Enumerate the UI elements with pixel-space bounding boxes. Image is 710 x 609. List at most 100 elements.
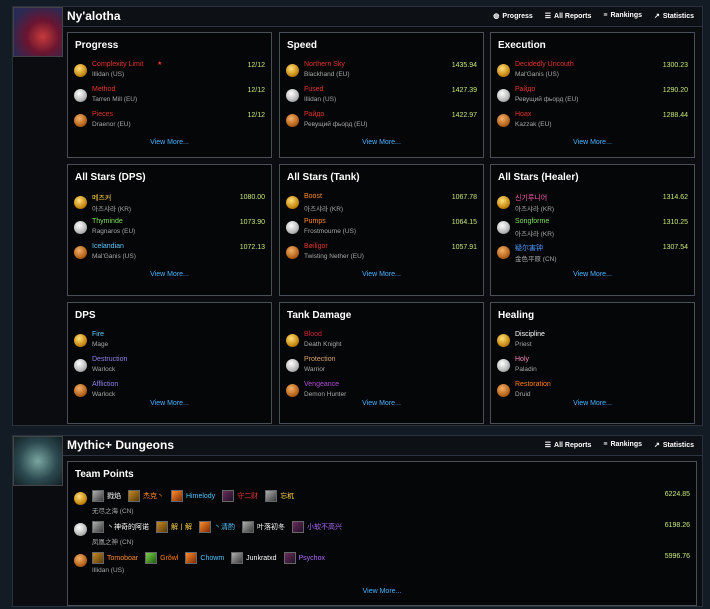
- panel-title: Progress: [75, 40, 119, 51]
- row-value: 12/12: [247, 87, 265, 94]
- row-name[interactable]: 메즈커: [92, 193, 111, 203]
- row-value: 1310.25: [662, 219, 688, 226]
- bronze-medal-icon: [74, 384, 87, 397]
- row-name[interactable]: Fire: [92, 331, 104, 338]
- ranking-row[interactable]: Райдо Ревущий фьорд (EU) 1422.97: [286, 111, 477, 133]
- view-more-link[interactable]: View More...: [491, 139, 694, 146]
- row-subtext: 아즈샤라 (KR): [92, 206, 132, 213]
- view-more-link[interactable]: View More...: [68, 271, 271, 278]
- member-name[interactable]: 忘杌: [280, 491, 294, 501]
- ranking-row[interactable]: 疑尔害钟 金色平原 (CN) 1307.54: [497, 243, 688, 265]
- list-icon: ☰: [544, 442, 552, 449]
- ranking-row[interactable]: Pumps Frostmourne (US) 1064.15: [286, 218, 477, 240]
- row-name[interactable]: Icelandian: [92, 243, 124, 250]
- row-name[interactable]: Complexity Limit: [92, 61, 143, 68]
- row-name[interactable]: Discipline: [515, 331, 545, 338]
- member-name[interactable]: Chowm: [200, 555, 224, 562]
- bronze-medal-icon: [497, 114, 510, 127]
- row-name[interactable]: Boost: [304, 193, 322, 200]
- row-subtext: Frostmourne (US): [304, 228, 357, 235]
- panel-title: All Stars (DPS): [75, 172, 146, 183]
- member-name[interactable]: 小软不高兴: [307, 522, 342, 532]
- dungeon-rankings-link[interactable]: ≡ Rankings: [603, 441, 642, 449]
- view-more-link[interactable]: View More...: [491, 271, 694, 278]
- view-more-link[interactable]: View More...: [68, 139, 271, 146]
- ranking-row[interactable]: Райдо Ревущий фьорд (EU) 1290.20: [497, 86, 688, 108]
- ranking-row[interactable]: Boost 아즈샤라 (KR) 1067.78: [286, 193, 477, 215]
- view-more-link[interactable]: View More...: [491, 400, 694, 407]
- row-name[interactable]: Blood: [304, 331, 322, 338]
- member-name[interactable]: Tomoboar: [107, 555, 138, 562]
- row-name[interactable]: Northern Sky: [304, 61, 345, 68]
- ranking-row[interactable]: Complexity Limit ★ Illidan (US) 12/12: [74, 61, 265, 83]
- ranking-row[interactable]: Pieces Draenor (EU) 12/12: [74, 111, 265, 133]
- ranking-row[interactable]: Hoax Kazzak (EU) 1288.44: [497, 111, 688, 133]
- view-more-link[interactable]: View More...: [68, 400, 271, 407]
- statistics-link[interactable]: ↗ Statistics: [654, 12, 694, 20]
- member-name[interactable]: 杰克丶: [143, 491, 164, 501]
- row-name[interactable]: Pumps: [304, 218, 326, 225]
- row-name[interactable]: Decidedly Uncouth: [515, 61, 574, 68]
- row-name[interactable]: Holy: [515, 356, 529, 363]
- ranking-row[interactable]: Fire Mage: [74, 331, 265, 353]
- ranking-row[interactable]: Northern Sky Blackhand (EU) 1435.94: [286, 61, 477, 83]
- team-row[interactable]: 戮焰 杰克丶 Himelody 守二财 忘杌 无尽之海 (CN) 6224.85: [74, 490, 690, 518]
- ranking-row[interactable]: Fused Illidan (US) 1427.39: [286, 86, 477, 108]
- row-name[interactable]: Bøiligor: [304, 243, 328, 250]
- row-name[interactable]: Vengeance: [304, 381, 339, 388]
- view-more-link[interactable]: View More...: [280, 271, 483, 278]
- row-name[interactable]: Destruction: [92, 356, 127, 363]
- member-name[interactable]: 戮焰: [107, 491, 121, 501]
- row-name[interactable]: 신기루니어: [515, 193, 547, 203]
- ranking-row[interactable]: Discipline Priest: [497, 331, 688, 353]
- member-name[interactable]: 丶神奇的阿诺: [107, 522, 149, 532]
- member-name[interactable]: 叶落初冬: [257, 522, 285, 532]
- row-subtext: Demon Hunter: [304, 391, 347, 398]
- ranking-row[interactable]: 메즈커 아즈샤라 (KR) 1080.00: [74, 193, 265, 215]
- row-name[interactable]: Fused: [304, 86, 323, 93]
- rankings-link[interactable]: ≡ Rankings: [603, 12, 642, 20]
- row-name[interactable]: Hoax: [515, 111, 531, 118]
- ranking-row[interactable]: Protection Warrior: [286, 356, 477, 378]
- member-name[interactable]: 守二财: [237, 491, 258, 501]
- ranking-row[interactable]: Bøiligor Twisting Nether (EU) 1057.91: [286, 243, 477, 265]
- all-reports-link[interactable]: ☰ All Reports: [545, 12, 592, 20]
- ranking-row[interactable]: Icelandian Mal'Ganis (US) 1072.13: [74, 243, 265, 265]
- row-name[interactable]: Restoration: [515, 381, 551, 388]
- view-more-link[interactable]: View More...: [68, 588, 696, 595]
- member-name[interactable]: 丶清酌: [214, 522, 235, 532]
- dungeon-all-reports-link[interactable]: ☰ All Reports: [545, 441, 592, 449]
- view-more-link[interactable]: View More...: [280, 400, 483, 407]
- ranking-row[interactable]: 신기루니어 아즈샤라 (KR) 1314.62: [497, 193, 688, 215]
- row-name[interactable]: Pieces: [92, 111, 113, 118]
- member-name[interactable]: Himelody: [186, 493, 215, 500]
- dungeon-statistics-link[interactable]: ↗ Statistics: [654, 441, 694, 449]
- member-name[interactable]: 解丨解: [171, 522, 192, 532]
- member-name[interactable]: Psychox: [299, 555, 325, 562]
- team-row[interactable]: Tomoboar Grõwl Chowm Junkratxd Psychox Illida…: [74, 552, 690, 580]
- row-name[interactable]: Protection: [304, 356, 336, 363]
- team-row[interactable]: 丶神奇的阿诺 解丨解 丶清酌 叶落初冬 小软不高兴 凤凰之神 (CN) 6198.26: [74, 521, 690, 549]
- ranking-row[interactable]: Songforme 아즈샤라 (KR) 1310.25: [497, 218, 688, 240]
- row-name[interactable]: Райдо: [304, 111, 324, 118]
- row-name[interactable]: Райдо: [515, 86, 535, 93]
- view-more-link[interactable]: View More...: [280, 139, 483, 146]
- row-name[interactable]: 疑尔害钟: [515, 243, 543, 253]
- progress-link[interactable]: ◍ Progress: [493, 12, 532, 20]
- row-name[interactable]: Affliction: [92, 381, 118, 388]
- row-name[interactable]: Songforme: [515, 218, 549, 225]
- class-icon: [222, 490, 235, 502]
- row-name[interactable]: Thyminde: [92, 218, 123, 225]
- row-name[interactable]: Method: [92, 86, 115, 93]
- ranking-row[interactable]: Holy Paladin: [497, 356, 688, 378]
- ranking-row[interactable]: Destruction Warlock: [74, 356, 265, 378]
- ranking-row[interactable]: Thyminde Ragnaros (EU) 1073.90: [74, 218, 265, 240]
- row-value: 1307.54: [662, 244, 688, 251]
- silver-medal-icon: [74, 359, 87, 372]
- ranking-row[interactable]: Decidedly Uncouth Mal'Ganis (US) 1300.23: [497, 61, 688, 83]
- silver-medal-icon: [74, 221, 87, 234]
- ranking-row[interactable]: Method Tarren Mill (EU) 12/12: [74, 86, 265, 108]
- ranking-row[interactable]: Blood Death Knight: [286, 331, 477, 353]
- member-name[interactable]: Grõwl: [160, 555, 178, 562]
- member-name[interactable]: Junkratxd: [246, 555, 276, 562]
